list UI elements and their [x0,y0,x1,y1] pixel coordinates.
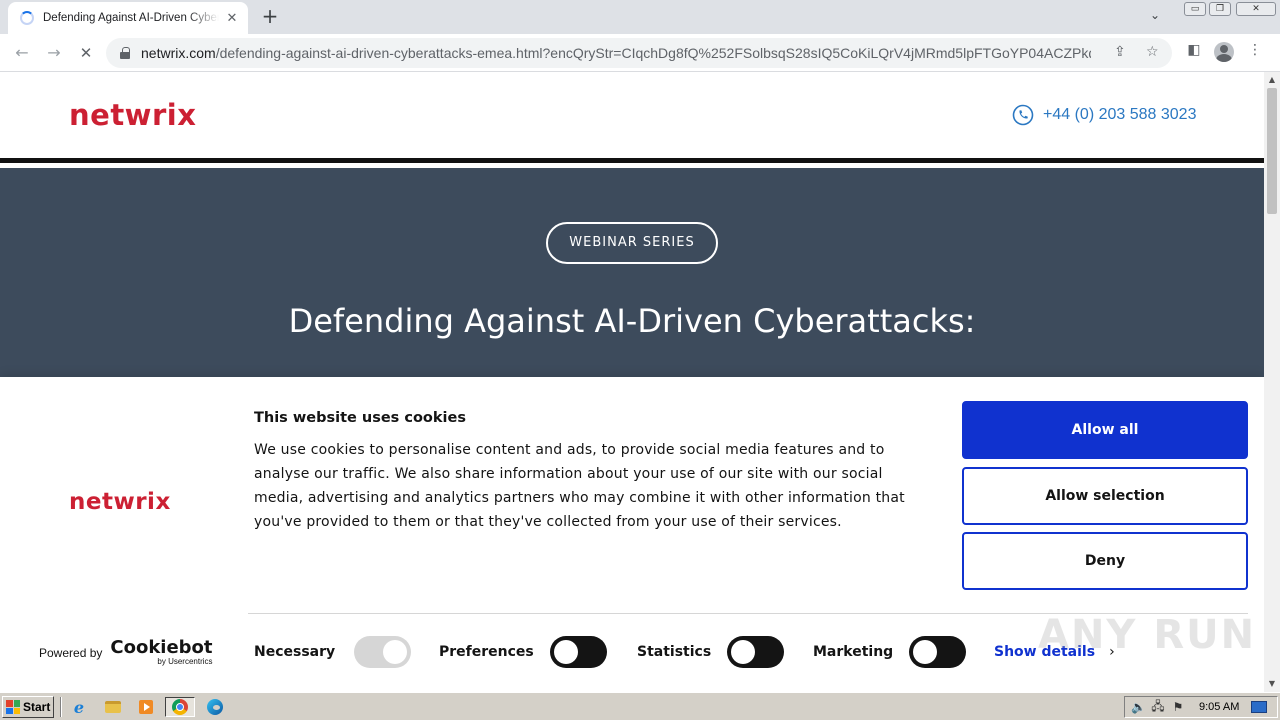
anyrun-watermark: ANY RUN [1038,612,1257,658]
necessary-switch [354,636,412,668]
toggle-marketing: Marketing [813,636,967,668]
site-header: netwrix +44 (0) 203 588 3023 [0,72,1264,163]
minimize-button[interactable]: ▭ [1184,2,1206,16]
start-button[interactable]: Start [2,696,54,718]
scroll-up-icon[interactable]: ▲ [1264,72,1280,88]
share-icon[interactable]: ⇪ [1114,44,1126,60]
toggle-preferences: Preferences [439,636,607,668]
allow-selection-button[interactable]: Allow selection [962,467,1248,525]
tab-close-icon[interactable]: ✕ [224,11,240,26]
cookie-consent-banner: netwrix Powered by Cookiebot by Usercent… [0,377,1264,692]
scroll-down-icon[interactable]: ▼ [1264,676,1280,692]
tab-search-icon[interactable]: ⌄ [1150,8,1160,22]
close-window-button[interactable]: ✕ [1236,2,1276,16]
stop-loading-button[interactable]: ✕ [74,41,98,65]
active-tab[interactable]: Defending Against AI-Driven Cyberattacks… [8,2,248,34]
webinar-series-badge: WEBINAR SERIES [546,222,718,264]
cookiebot-sub: by Usercentrics [157,657,213,666]
menu-icon[interactable]: ⋮ [1244,42,1266,64]
toggle-label-statistics: Statistics [637,644,712,660]
profile-button[interactable] [1214,42,1236,64]
cookie-title: This website uses cookies [254,410,466,426]
start-label: Start [23,700,51,714]
file-explorer-icon[interactable] [102,697,124,717]
toggle-label-necessary: Necessary [254,644,336,660]
show-desktop-icon[interactable] [1251,701,1268,713]
windows-flag-icon [6,700,20,714]
toggle-label-preferences: Preferences [439,644,534,660]
hero-title: Defending Against AI-Driven Cyberattacks… [288,302,976,340]
windows-taskbar: Start e 🔈 🖧 ⚑ 9:05 AM [0,692,1280,720]
tab-strip: Defending Against AI-Driven Cyberattacks… [0,0,1280,34]
browser-toolbar: ← → ✕ netwrix.com/defending-against-ai-d… [0,34,1280,72]
netwrix-logo[interactable]: netwrix [69,98,196,132]
media-player-icon[interactable] [135,697,157,717]
avatar-icon [1214,42,1234,62]
chrome-taskbar-icon[interactable] [165,697,195,717]
internet-explorer-icon[interactable]: e [68,697,90,717]
action-center-flag-icon[interactable]: ⚑ [1171,700,1185,714]
restore-button[interactable]: ❐ [1209,2,1231,16]
address-bar[interactable]: netwrix.com/defending-against-ai-driven-… [106,38,1172,68]
scroll-thumb[interactable] [1267,88,1277,214]
taskbar-separator [60,697,62,717]
cookiebot-logo: Cookiebot by Usercentrics [110,637,213,667]
new-tab-button[interactable]: + [258,5,282,29]
statistics-switch[interactable] [727,636,785,668]
url-host: netwrix.com [141,45,216,61]
toggle-statistics: Statistics [637,636,785,668]
allow-all-button[interactable]: Allow all [962,401,1248,459]
cookie-description: We use cookies to personalise content an… [254,442,905,530]
volume-icon[interactable]: 🔈 [1131,700,1146,714]
url-text[interactable]: netwrix.com/defending-against-ai-driven-… [141,45,1091,61]
cookie-category-toggles: Necessary Preferences Statistics Marketi… [254,636,1134,668]
marketing-switch[interactable] [909,636,967,668]
bookmark-star-icon[interactable]: ☆ [1146,44,1159,60]
phone-link[interactable]: +44 (0) 203 588 3023 [1012,104,1196,126]
edge-icon[interactable] [204,697,226,717]
side-panel-icon[interactable]: ◧ [1183,42,1205,64]
deny-button[interactable]: Deny [962,532,1248,590]
loading-spinner-icon [20,11,34,25]
toggle-necessary: Necessary [254,636,412,668]
tab-title: Defending Against AI-Driven Cyberattacks [43,12,219,24]
powered-by-cookiebot[interactable]: Powered by Cookiebot by Usercentrics [39,637,213,667]
phone-icon [1012,104,1034,126]
forward-button[interactable]: → [42,41,66,65]
lock-icon[interactable] [120,47,130,59]
clock[interactable]: 9:05 AM [1199,701,1239,713]
powered-by-label: Powered by [39,645,103,660]
url-path: /defending-against-ai-driven-cyberattack… [215,45,1091,61]
system-tray: 🔈 🖧 ⚑ 9:05 AM [1124,696,1278,718]
back-button[interactable]: ← [10,41,34,65]
toggle-label-marketing: Marketing [813,644,894,660]
cookiebot-name: Cookiebot [110,637,213,658]
phone-number: +44 (0) 203 588 3023 [1043,106,1197,123]
preferences-switch[interactable] [549,636,607,668]
network-icon[interactable]: 🖧 [1151,697,1165,718]
cookie-banner-logo: netwrix [69,489,171,515]
page-scrollbar[interactable]: ▲ ▼ [1264,72,1280,692]
